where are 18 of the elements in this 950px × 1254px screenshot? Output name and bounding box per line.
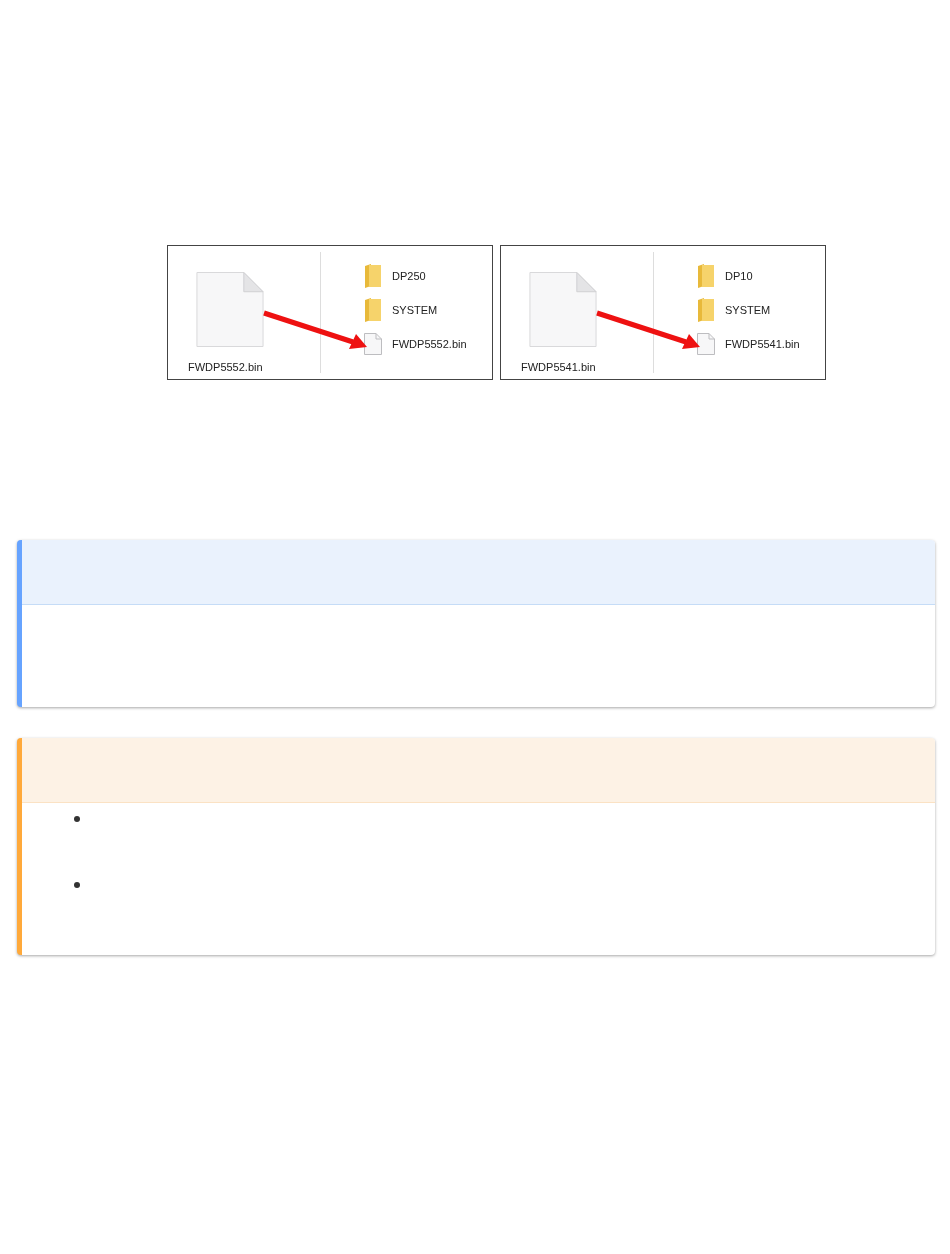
folder-icon xyxy=(697,264,715,288)
file-name: DP10 xyxy=(725,270,753,282)
file-name: SYSTEM xyxy=(392,304,438,316)
folder-icon xyxy=(364,298,382,322)
file-icon xyxy=(364,333,382,355)
file-icon xyxy=(196,272,264,347)
file-name: FWDP5541.bin xyxy=(521,361,596,373)
folder-icon xyxy=(364,264,382,288)
file-icon xyxy=(697,333,715,355)
bullet-icon xyxy=(74,816,80,822)
file-name: FWDP5552.bin xyxy=(392,338,467,350)
file-icon xyxy=(529,272,597,347)
file-name: SYSTEM xyxy=(725,304,771,316)
file-name: DP250 xyxy=(392,270,426,282)
file-name: FWDP5541.bin xyxy=(725,338,800,350)
bullet-icon xyxy=(74,882,80,888)
folder-icon xyxy=(697,298,715,322)
file-name: FWDP5552.bin xyxy=(188,361,263,373)
